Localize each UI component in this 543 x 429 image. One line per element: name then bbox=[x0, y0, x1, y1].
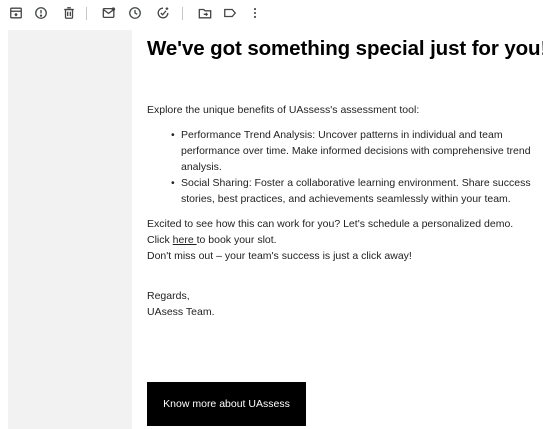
left-panel bbox=[8, 30, 132, 429]
delete-icon[interactable] bbox=[61, 5, 77, 21]
intro-text: Explore the unique benefits of UAssess's… bbox=[147, 104, 420, 116]
book-demo-link[interactable]: here bbox=[173, 234, 197, 246]
mark-unread-icon[interactable] bbox=[101, 5, 117, 21]
label-icon[interactable] bbox=[222, 5, 238, 21]
email-headline: We've got something special just for you… bbox=[147, 37, 543, 60]
email-toolbar bbox=[0, 0, 543, 28]
more-vert-icon[interactable] bbox=[247, 5, 263, 21]
closing-line: Don't miss out – your team's success is … bbox=[147, 250, 412, 262]
move-to-icon[interactable] bbox=[197, 5, 213, 21]
team-name: UAsess Team. bbox=[147, 306, 215, 318]
benefits-list: Performance Trend Analysis: Uncover patt… bbox=[147, 127, 531, 207]
benefit-item-trend-analysis: Performance Trend Analysis: Uncover patt… bbox=[171, 127, 531, 175]
regards-text: Regards, bbox=[147, 290, 190, 302]
signature: Regards, UAsess Team. bbox=[147, 288, 215, 320]
toolbar-divider bbox=[182, 7, 183, 20]
archive-icon[interactable] bbox=[8, 5, 24, 21]
demo-suffix-text: to book your slot. bbox=[196, 234, 277, 246]
snooze-icon[interactable] bbox=[127, 5, 143, 21]
demo-paragraph: Excited to see how this can work for you… bbox=[147, 216, 531, 248]
know-more-button[interactable]: Know more about UAssess bbox=[147, 382, 306, 426]
email-content: Explore the unique benefits of UAssess's… bbox=[147, 102, 531, 264]
benefit-item-social-sharing: Social Sharing: Foster a collaborative l… bbox=[171, 175, 531, 207]
report-spam-icon[interactable] bbox=[33, 5, 49, 21]
add-task-icon[interactable] bbox=[155, 5, 171, 21]
toolbar-divider bbox=[86, 7, 87, 20]
